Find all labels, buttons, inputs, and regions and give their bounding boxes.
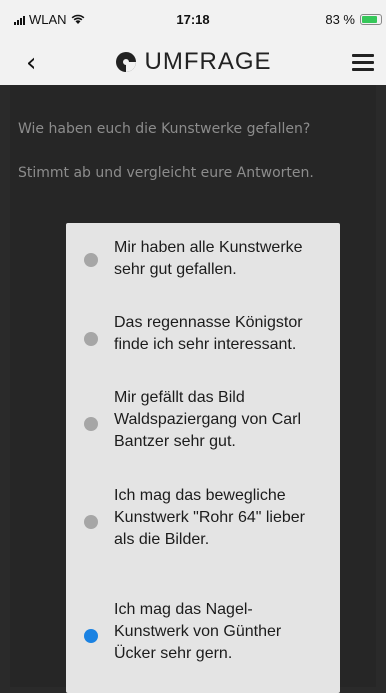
answer-text: Mir gefällt das Bild Waldspaziergang von… xyxy=(114,389,302,450)
answer-text: Mir haben alle Kunstwerke sehr gut gefal… xyxy=(114,239,303,278)
status-right: 83 % xyxy=(325,12,382,27)
survey-instruction: Stimmt ab und vergleicht eure Antworten. xyxy=(18,165,314,181)
radio-button[interactable] xyxy=(84,253,98,267)
radio-button-selected[interactable] xyxy=(84,629,98,643)
answer-card: Mir haben alle Kunstwerke sehr gut gefal… xyxy=(66,223,340,693)
battery-percent: 83 % xyxy=(325,12,355,27)
answer-text: Ich mag das bewegliche Kunstwerk "Rohr 6… xyxy=(114,487,305,548)
radio-button[interactable] xyxy=(84,515,98,529)
radio-button[interactable] xyxy=(84,332,98,346)
survey-question: Wie haben euch die Kunstwerke gefallen? xyxy=(18,121,311,137)
survey-content: Wie haben euch die Kunstwerke gefallen? … xyxy=(10,85,376,693)
nav-bar: ‹ UMFRAGE xyxy=(0,40,386,85)
hamburger-menu-icon[interactable] xyxy=(352,54,374,71)
battery-icon xyxy=(360,14,382,25)
title-area: UMFRAGE xyxy=(0,48,386,76)
answer-text: Das regennasse Königstor finde ich sehr … xyxy=(114,314,303,353)
answer-text: Ich mag das Nagel-Kunstwerk von Günther … xyxy=(114,601,282,662)
radio-button[interactable] xyxy=(84,417,98,431)
page-title: UMFRAGE xyxy=(144,48,272,75)
brand-logo-icon xyxy=(115,52,136,72)
status-bar: WLAN 17:18 83 % xyxy=(0,0,386,40)
